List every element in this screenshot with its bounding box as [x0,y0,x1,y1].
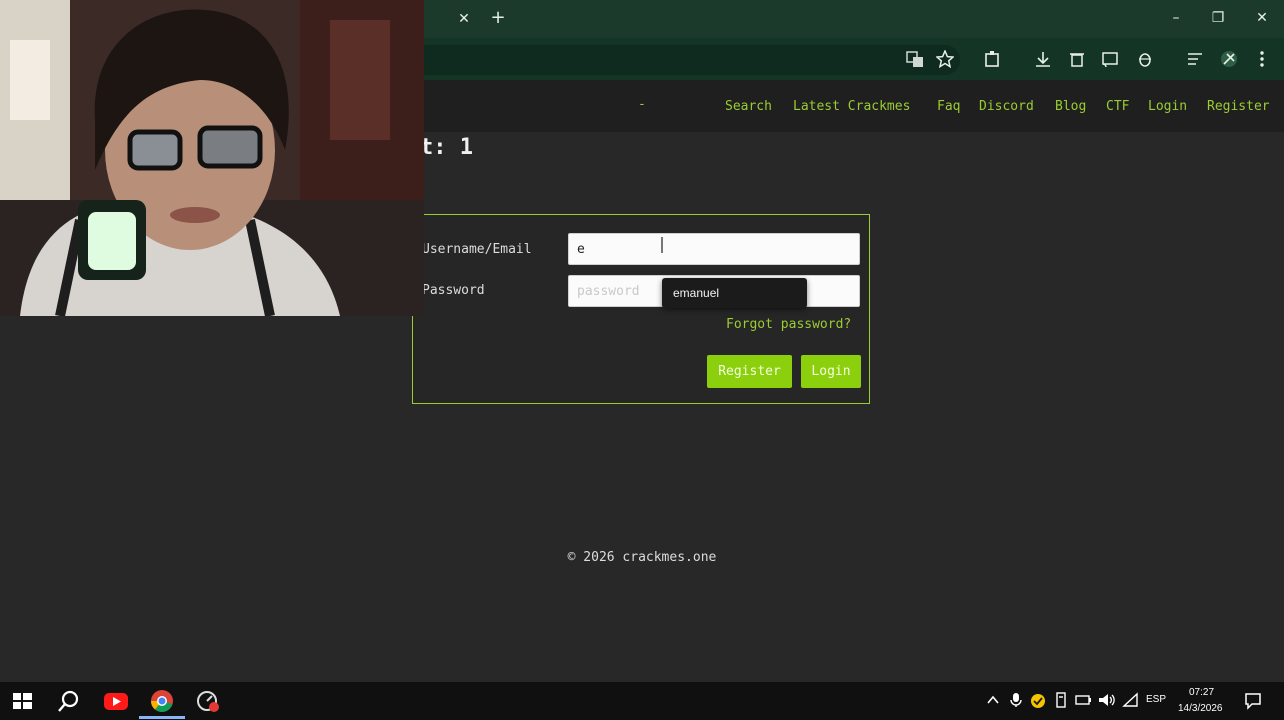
active-app-indicator [139,716,185,719]
tab-close-icon[interactable]: ✕ [454,9,474,29]
close-window-button[interactable]: ✕ [1252,8,1272,28]
star-icon[interactable] [936,50,954,68]
address-bar[interactable] [400,45,960,75]
nav-login[interactable]: Login [1148,98,1187,116]
nav-latest-crackmes[interactable]: Latest Crackmes [793,98,910,116]
youtube-icon[interactable] [103,689,129,713]
webcam-video [0,0,424,316]
autocomplete-text: emanuel [673,286,720,300]
page-title: t: 1 [420,135,473,160]
new-tab-button[interactable]: + [488,8,508,28]
cast-icon[interactable] [1101,50,1119,68]
nav-separator: - [638,97,646,112]
chevron-up-icon[interactable] [986,693,1000,707]
usb-icon[interactable] [1054,692,1068,708]
nav-blog[interactable]: Blog [1055,98,1086,116]
autocomplete-suggestion[interactable]: emanuel [662,278,807,308]
nav-search[interactable]: Search [725,98,772,116]
login-button[interactable]: Login [801,355,861,388]
profile-icon[interactable] [1219,49,1239,69]
menu-icon[interactable] [1256,50,1268,68]
forgot-password-link[interactable]: Forgot password? [726,317,851,332]
norton-icon[interactable] [1030,693,1046,709]
clock-time[interactable]: 07:27 [1189,687,1214,698]
volume-icon[interactable] [1098,692,1116,708]
reading-list-icon[interactable] [1186,50,1204,68]
chrome-icon[interactable] [149,689,175,713]
recorder-icon[interactable] [195,689,221,713]
text-cursor-icon [661,237,663,253]
nav-ctf[interactable]: CTF [1106,98,1129,116]
nav-discord[interactable]: Discord [979,98,1034,116]
delete-icon[interactable] [1068,50,1086,68]
password-label: Password [422,283,485,298]
windows-start-icon[interactable] [10,689,36,713]
minimize-button[interactable]: – [1166,8,1186,28]
notification-icon[interactable] [1244,692,1262,710]
nav-faq[interactable]: Faq [937,98,960,116]
register-button[interactable]: Register [707,355,792,388]
battery-icon[interactable] [1074,693,1092,707]
extension-icon[interactable] [984,50,1002,68]
language-indicator[interactable]: ESP [1146,694,1166,705]
wifi-icon[interactable] [1122,692,1140,708]
microphone-icon[interactable] [1010,692,1022,708]
search-icon[interactable] [56,689,82,713]
maximize-button[interactable]: ❐ [1208,8,1228,28]
translate-icon[interactable] [906,50,924,68]
download-icon[interactable] [1034,50,1052,68]
footer-copyright: © 2026 crackmes.one [567,550,717,565]
bug-icon[interactable] [1136,50,1154,68]
webcam-overlay [0,0,424,316]
nav-register[interactable]: Register [1207,98,1270,116]
username-input[interactable] [568,233,860,265]
clock-date[interactable]: 14/3/2026 [1178,703,1223,714]
username-label: Username/Email [422,242,532,257]
